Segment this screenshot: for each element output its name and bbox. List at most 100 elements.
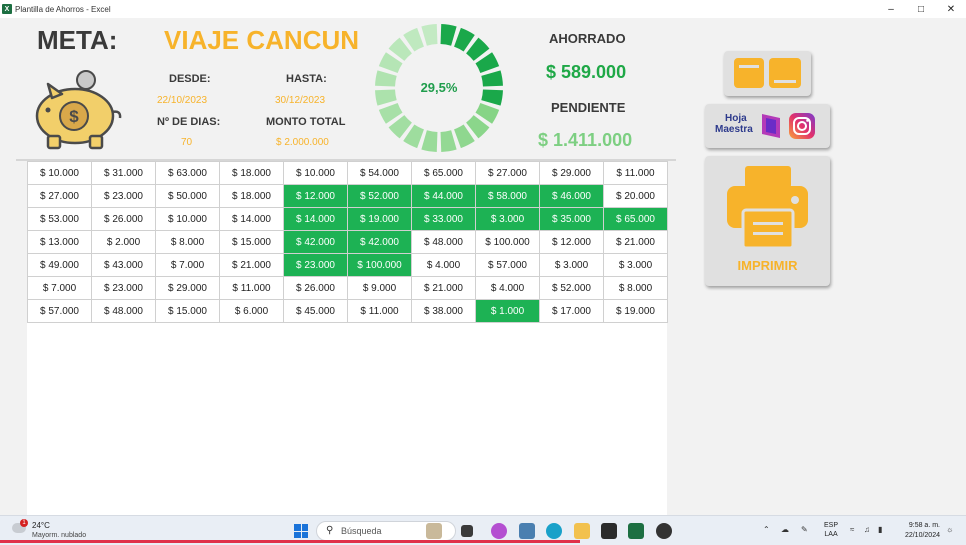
grid-cell[interactable]: $ 12.000: [539, 230, 604, 254]
task-view-icon[interactable]: [461, 525, 473, 537]
monto-total-value[interactable]: $ 2.000.000: [276, 137, 329, 148]
battery-icon[interactable]: ▮: [878, 525, 882, 534]
chevron-up-icon[interactable]: ⌃: [763, 525, 770, 534]
grid-cell[interactable]: $ 15.000: [219, 230, 284, 254]
grid-cell[interactable]: $ 11.000: [219, 276, 284, 300]
notifications-icon[interactable]: ☼: [946, 525, 953, 534]
grid-cell[interactable]: $ 57.000: [475, 253, 540, 277]
grid-cell[interactable]: $ 14.000: [283, 207, 348, 231]
wifi-icon[interactable]: ≈: [850, 525, 854, 534]
edge-browser-icon[interactable]: [546, 523, 562, 539]
grid-cell[interactable]: $ 31.000: [91, 161, 156, 185]
grid-cell[interactable]: $ 42.000: [347, 230, 412, 254]
grid-cell[interactable]: $ 12.000: [283, 184, 348, 208]
grid-cell[interactable]: $ 4.000: [411, 253, 476, 277]
grid-cell[interactable]: $ 29.000: [539, 161, 604, 185]
grid-cell[interactable]: $ 10.000: [283, 161, 348, 185]
grid-cell[interactable]: $ 50.000: [155, 184, 220, 208]
pen-icon[interactable]: ✎: [801, 525, 808, 534]
excel-taskbar-icon[interactable]: [628, 523, 644, 539]
file-explorer-icon[interactable]: [574, 523, 590, 539]
grid-cell[interactable]: $ 7.000: [27, 276, 92, 300]
grid-cell[interactable]: $ 8.000: [603, 276, 668, 300]
grid-cell[interactable]: $ 23.000: [91, 276, 156, 300]
grid-cell[interactable]: $ 13.000: [27, 230, 92, 254]
copilot-icon[interactable]: [491, 523, 507, 539]
grid-cell[interactable]: $ 100.000: [347, 253, 412, 277]
grid-cell[interactable]: $ 42.000: [283, 230, 348, 254]
grid-cell[interactable]: $ 11.000: [347, 299, 412, 323]
grid-cell[interactable]: $ 3.000: [475, 207, 540, 231]
instagram-icon[interactable]: [788, 112, 816, 140]
grid-cell[interactable]: $ 8.000: [155, 230, 220, 254]
grid-cell[interactable]: $ 21.000: [411, 276, 476, 300]
grid-cell[interactable]: $ 26.000: [91, 207, 156, 231]
dias-value[interactable]: 70: [181, 137, 192, 148]
grid-cell[interactable]: $ 65.000: [411, 161, 476, 185]
grid-cell[interactable]: $ 9.000: [347, 276, 412, 300]
grid-cell[interactable]: $ 54.000: [347, 161, 412, 185]
grid-cell[interactable]: $ 21.000: [603, 230, 668, 254]
search-highlight-icon[interactable]: [426, 523, 442, 539]
grid-cell[interactable]: $ 19.000: [603, 299, 668, 323]
grid-cell[interactable]: $ 2.000: [91, 230, 156, 254]
grid-cell[interactable]: $ 44.000: [411, 184, 476, 208]
grid-cell[interactable]: $ 100.000: [475, 230, 540, 254]
maximize-button[interactable]: □: [906, 0, 936, 18]
desde-value[interactable]: 22/10/2023: [157, 95, 207, 106]
cloud-sync-icon[interactable]: ☁: [781, 525, 789, 534]
grid-cell[interactable]: $ 53.000: [27, 207, 92, 231]
grid-cell[interactable]: $ 23.000: [283, 253, 348, 277]
grid-cell[interactable]: $ 14.000: [219, 207, 284, 231]
grid-cell[interactable]: $ 48.000: [91, 299, 156, 323]
minimize-button[interactable]: –: [876, 0, 906, 18]
grid-cell[interactable]: $ 52.000: [539, 276, 604, 300]
grid-cell[interactable]: $ 65.000: [603, 207, 668, 231]
grid-cell[interactable]: $ 3.000: [603, 253, 668, 277]
grid-cell[interactable]: $ 18.000: [219, 161, 284, 185]
start-windows-icon[interactable]: [294, 524, 308, 538]
grid-cell[interactable]: $ 27.000: [27, 184, 92, 208]
weather-temperature[interactable]: 24°C: [32, 521, 50, 530]
grid-cell[interactable]: $ 23.000: [91, 184, 156, 208]
hoja-maestra-button[interactable]: Hoja Maestra: [705, 104, 830, 148]
grid-cell[interactable]: $ 20.000: [603, 184, 668, 208]
grid-cell[interactable]: $ 57.000: [27, 299, 92, 323]
grid-cell[interactable]: $ 29.000: [155, 276, 220, 300]
language-indicator[interactable]: ESP LAA: [824, 521, 838, 539]
grid-cell[interactable]: $ 48.000: [411, 230, 476, 254]
grid-cell[interactable]: $ 49.000: [27, 253, 92, 277]
grid-cell[interactable]: $ 11.000: [603, 161, 668, 185]
grid-cell[interactable]: $ 63.000: [155, 161, 220, 185]
grid-cell[interactable]: $ 18.000: [219, 184, 284, 208]
close-button[interactable]: ✕: [936, 0, 966, 18]
volume-icon[interactable]: ♫: [864, 525, 870, 534]
grid-cell[interactable]: $ 4.000: [475, 276, 540, 300]
meta-value[interactable]: VIAJE CANCUN: [164, 25, 359, 56]
grid-cell[interactable]: $ 35.000: [539, 207, 604, 231]
hasta-value[interactable]: 30/12/2023: [275, 95, 325, 106]
grid-cell[interactable]: $ 19.000: [347, 207, 412, 231]
grid-cell[interactable]: $ 38.000: [411, 299, 476, 323]
grid-cell[interactable]: $ 27.000: [475, 161, 540, 185]
grid-cell[interactable]: $ 21.000: [219, 253, 284, 277]
grid-cell[interactable]: $ 33.000: [411, 207, 476, 231]
snipping-tool-icon[interactable]: [519, 523, 535, 539]
grid-cell[interactable]: $ 10.000: [155, 207, 220, 231]
grid-cell[interactable]: $ 7.000: [155, 253, 220, 277]
grid-cell[interactable]: $ 15.000: [155, 299, 220, 323]
grid-cell[interactable]: $ 46.000: [539, 184, 604, 208]
recording-app-icon[interactable]: [656, 523, 672, 539]
weather-condition[interactable]: Mayorm. nublado: [32, 532, 86, 539]
print-button[interactable]: IMPRIMIR: [705, 156, 830, 286]
grid-cell[interactable]: $ 58.000: [475, 184, 540, 208]
switch-window-button[interactable]: [724, 51, 811, 96]
store-icon[interactable]: [601, 523, 617, 539]
grid-cell[interactable]: $ 1.000: [475, 299, 540, 323]
grid-cell[interactable]: $ 52.000: [347, 184, 412, 208]
grid-cell[interactable]: $ 6.000: [219, 299, 284, 323]
clock[interactable]: 9:58 a. m. 22/10/2024: [896, 521, 940, 541]
grid-cell[interactable]: $ 10.000: [27, 161, 92, 185]
grid-cell[interactable]: $ 43.000: [91, 253, 156, 277]
grid-cell[interactable]: $ 17.000: [539, 299, 604, 323]
